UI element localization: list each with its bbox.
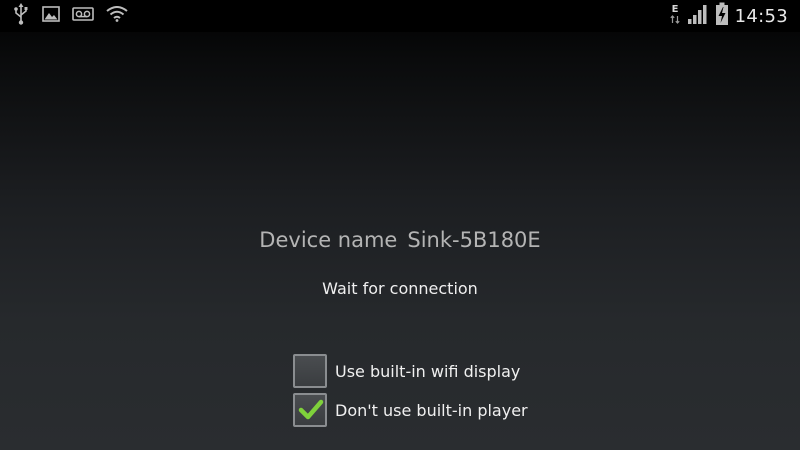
option-builtin-wifi-display[interactable]: Use built-in wifi display bbox=[293, 352, 520, 390]
data-arrows-icon: E bbox=[669, 2, 681, 31]
notification-icons bbox=[12, 2, 140, 30]
checkmark-icon bbox=[298, 399, 324, 420]
clock: 14:53 bbox=[734, 5, 788, 27]
image-icon bbox=[42, 5, 60, 27]
connection-status: Wait for connection bbox=[322, 279, 478, 298]
screen: E 14:53 Device name Sink-5B180E Wait for… bbox=[0, 0, 800, 450]
device-name-label: Device name bbox=[259, 228, 398, 252]
usb-icon bbox=[12, 2, 30, 30]
builtin-wifi-display-label[interactable]: Use built-in wifi display bbox=[335, 362, 520, 381]
device-name-value: Sink-5B180E bbox=[407, 228, 541, 252]
no-builtin-player-label[interactable]: Don't use built-in player bbox=[335, 401, 528, 420]
option-no-builtin-player[interactable]: Don't use built-in player bbox=[293, 391, 528, 429]
network-type-label: E bbox=[671, 4, 678, 15]
system-icons: E 14:53 bbox=[663, 0, 788, 32]
no-builtin-player-checkbox[interactable] bbox=[293, 393, 327, 427]
battery-charging-icon bbox=[715, 2, 729, 31]
signal-icon bbox=[687, 3, 709, 30]
status-bar: E 14:53 bbox=[0, 0, 800, 32]
device-name-line: Device name Sink-5B180E bbox=[0, 228, 800, 252]
wifi-icon bbox=[106, 5, 128, 27]
builtin-wifi-display-checkbox[interactable] bbox=[293, 354, 327, 388]
voicemail-icon bbox=[72, 6, 94, 26]
